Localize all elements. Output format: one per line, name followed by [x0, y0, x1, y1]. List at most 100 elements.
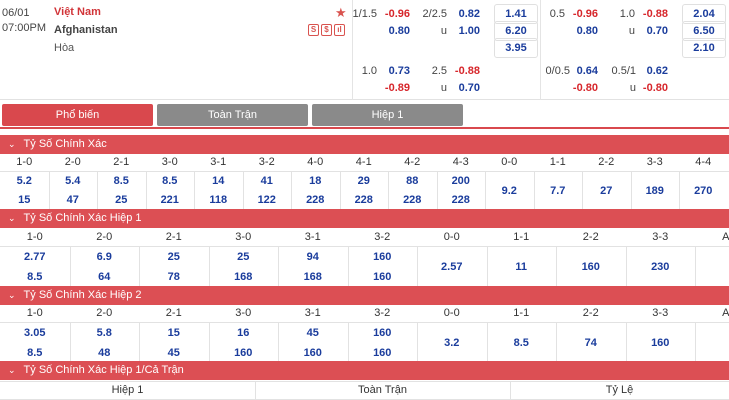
- ft-ou-over-2[interactable]: -0.88: [450, 64, 480, 78]
- odds-away-value[interactable]: 160: [348, 267, 418, 287]
- odds-away-value[interactable]: 168: [278, 267, 348, 287]
- odds-home-value[interactable]: 6.9: [70, 247, 140, 267]
- odds-home-value[interactable]: 8.5: [146, 172, 195, 191]
- odds-draw-value[interactable]: 74: [556, 323, 626, 363]
- odds-away-value[interactable]: 122: [243, 191, 292, 210]
- odds-home-value[interactable]: 2.77: [0, 247, 70, 267]
- odds-home-value[interactable]: 16: [209, 323, 279, 343]
- odds-away-value[interactable]: 25: [97, 191, 146, 210]
- ft-ou-under-2[interactable]: 0.70: [450, 81, 480, 95]
- odds-away-value[interactable]: 221: [146, 191, 195, 210]
- ht-hdp-away-2[interactable]: -0.80: [568, 81, 598, 95]
- dollar-icon[interactable]: $: [321, 24, 332, 36]
- odds-away-value[interactable]: 228: [388, 191, 437, 210]
- odds-home-value[interactable]: 5.2: [0, 172, 49, 191]
- ht-hdp-home-2[interactable]: 0.64: [568, 64, 598, 78]
- ft-hdp-line-2: 1.0: [361, 65, 377, 77]
- odds-away-value[interactable]: 228: [291, 191, 340, 210]
- bar-chart-icon[interactable]: ıl: [334, 24, 345, 36]
- odds-draw-value[interactable]: 9.2: [485, 172, 534, 210]
- odds-draw-value[interactable]: 270: [679, 172, 728, 210]
- match-icons: S $ ıl: [308, 24, 345, 36]
- odds-home-value[interactable]: 14: [194, 172, 243, 191]
- odds-draw-value[interactable]: 160: [626, 323, 696, 363]
- odds-home-value[interactable]: 88: [388, 172, 437, 191]
- section-correct-score[interactable]: ⌄ Tỷ Số Chính Xác: [0, 135, 729, 154]
- home-team[interactable]: Việt Nam: [54, 6, 101, 18]
- ht-1x2-draw[interactable]: 2.10: [682, 38, 726, 58]
- odds-away-value[interactable]: 78: [139, 267, 209, 287]
- ft-hdp-home-1[interactable]: -0.96: [380, 7, 410, 21]
- section-correct-score-h1[interactable]: ⌄ Tỷ Số Chính Xác Hiệp 1: [0, 209, 729, 228]
- ft-ou-over-1[interactable]: 0.82: [450, 7, 480, 21]
- odds-draw-value[interactable]: 7.7: [534, 172, 583, 210]
- odds-draw-value[interactable]: 3.2: [417, 323, 487, 363]
- odds-home-value[interactable]: 29: [340, 172, 389, 191]
- tab-toan-tran[interactable]: Toàn Trận: [157, 104, 308, 126]
- stats-s-icon[interactable]: S: [308, 24, 319, 36]
- odds-home-value[interactable]: 160: [348, 247, 418, 267]
- favorite-star-icon[interactable]: ★: [335, 5, 347, 21]
- odds-draw-value[interactable]: 8.5: [487, 323, 557, 363]
- ht-ou-under-1[interactable]: 0.70: [638, 24, 668, 38]
- ft-ou-under-1[interactable]: 1.00: [450, 24, 480, 38]
- ht-ou-over-2[interactable]: 0.62: [638, 64, 668, 78]
- tab-pho-bien[interactable]: Phổ biến: [2, 104, 153, 126]
- ft-hdp-line-1: 1/1.5: [352, 8, 377, 20]
- odds-home-value[interactable]: 15: [139, 323, 209, 343]
- odds-draw-value[interactable]: 160: [556, 247, 626, 287]
- match-row: 06/01 07:00PM Việt Nam Afghanistan Hòa ★…: [0, 0, 729, 100]
- ft-1x2-away-value: 6.20: [505, 25, 527, 37]
- odds-away-value[interactable]: 64: [70, 267, 140, 287]
- tab-hiep-1[interactable]: Hiệp 1: [312, 104, 463, 126]
- odds-home-value[interactable]: 94: [278, 247, 348, 267]
- odds-home-value[interactable]: 5.8: [70, 323, 140, 343]
- odds-home-value[interactable]: 3.05: [0, 323, 70, 343]
- draw-label: Hòa: [54, 42, 75, 54]
- odds-home-value[interactable]: 45: [278, 323, 348, 343]
- odds-away-value[interactable]: 47: [49, 191, 98, 210]
- odds-draw-value[interactable]: 11: [487, 247, 557, 287]
- odds-draw-value[interactable]: 189: [631, 172, 680, 210]
- section-htft[interactable]: ⌄ Tỷ Số Chính Xác Hiệp 1/Cả Trận: [0, 361, 729, 380]
- odds-home-value[interactable]: 160: [348, 323, 418, 343]
- odds-home-value[interactable]: 41: [243, 172, 292, 191]
- ft-hdp-away-2[interactable]: -0.89: [380, 81, 410, 95]
- odds-away-value[interactable]: 48: [70, 343, 140, 363]
- odds-home-value[interactable]: 18: [291, 172, 340, 191]
- odds-draw-value[interactable]: 230: [626, 247, 696, 287]
- odds-away-value[interactable]: 168: [209, 267, 279, 287]
- ht-ou-line-2: 0.5/1: [611, 65, 636, 77]
- score-header: 0-0: [501, 156, 518, 168]
- ht-ou-over-1[interactable]: -0.88: [638, 7, 668, 21]
- section-correct-score-h2[interactable]: ⌄ Tỷ Số Chính Xác Hiệp 2: [0, 286, 729, 305]
- odds-home-value[interactable]: 5.4: [49, 172, 98, 191]
- ft-hdp-away-1[interactable]: 0.80: [380, 24, 410, 38]
- odds-away-value[interactable]: 228: [437, 191, 486, 210]
- ft-hdp-home-2[interactable]: 0.73: [380, 64, 410, 78]
- odds-away-value[interactable]: 8.5: [0, 343, 70, 363]
- ht-hdp-home-1[interactable]: -0.96: [568, 7, 598, 21]
- ht-ou-under-2[interactable]: -0.80: [638, 81, 668, 95]
- odds-away-value[interactable]: 8.5: [0, 267, 70, 287]
- odds-home-value[interactable]: 8.5: [97, 172, 146, 191]
- odds-away-value[interactable]: 45: [139, 343, 209, 363]
- odds-draw-value[interactable]: 27: [582, 172, 631, 210]
- score-header: AC: [722, 307, 729, 319]
- odds-away-value[interactable]: 160: [209, 343, 279, 363]
- odds-away-value[interactable]: 160: [278, 343, 348, 363]
- odds-home-value[interactable]: 25: [209, 247, 279, 267]
- odds-home-value[interactable]: 200: [437, 172, 486, 191]
- odds-draw-value[interactable]: 2.57: [417, 247, 487, 287]
- odds-away-value[interactable]: 160: [348, 343, 418, 363]
- odds-home-value[interactable]: 25: [139, 247, 209, 267]
- score-header: 3-0: [161, 156, 178, 168]
- score-header: 3-0: [235, 307, 252, 319]
- ht-hdp-away-1[interactable]: 0.80: [568, 24, 598, 38]
- odds-away-value[interactable]: 228: [340, 191, 389, 210]
- score-header: 3-1: [210, 156, 227, 168]
- odds-away-value[interactable]: 118: [194, 191, 243, 210]
- ft-1x2-draw[interactable]: 3.95: [494, 38, 538, 58]
- odds-away-value[interactable]: 15: [0, 191, 49, 210]
- away-team[interactable]: Afghanistan: [54, 24, 118, 36]
